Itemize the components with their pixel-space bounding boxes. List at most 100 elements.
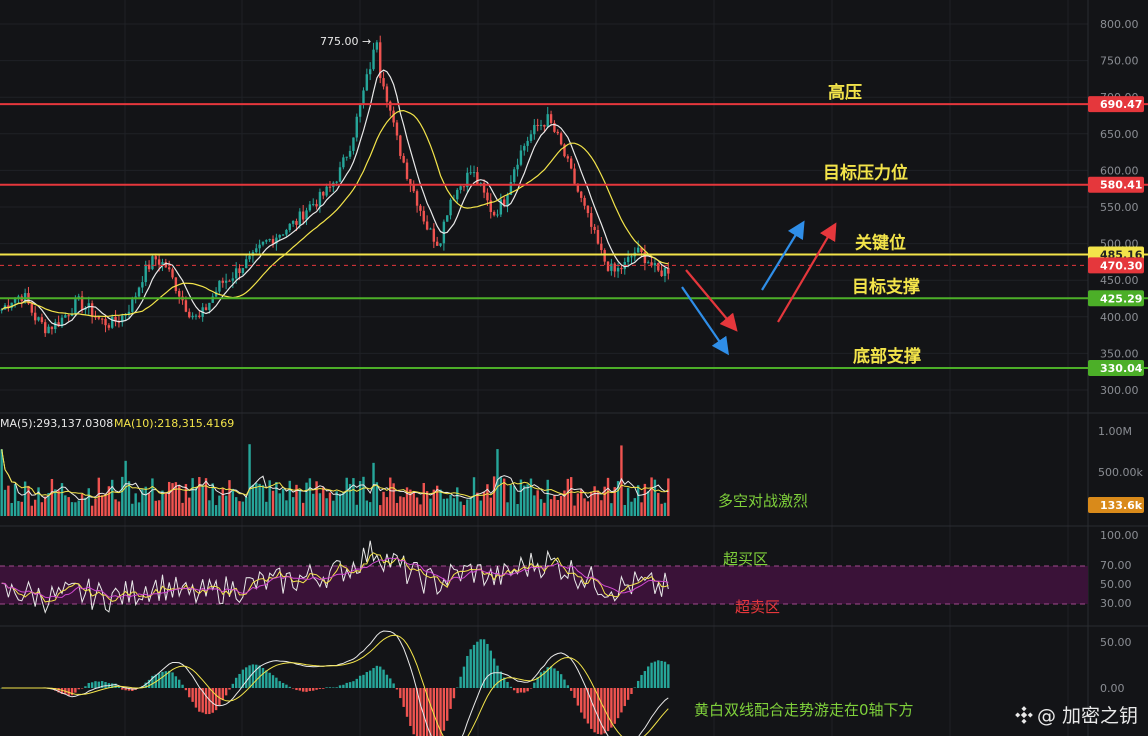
volume-bar <box>630 501 633 516</box>
candle-body <box>355 116 358 138</box>
candle-body <box>667 268 670 274</box>
macd-histogram-bar <box>630 688 633 695</box>
candle-body <box>255 248 258 253</box>
candle-body <box>626 257 630 263</box>
macd-tick-label: 50.00 <box>1100 636 1132 649</box>
macd-histogram-bar <box>653 661 657 688</box>
macd-histogram-bar <box>580 688 583 713</box>
candle-body <box>365 74 369 91</box>
candle-body <box>245 259 248 269</box>
macd-histogram-bar <box>412 688 415 735</box>
candle-body <box>392 110 395 123</box>
candle-body <box>620 267 623 270</box>
volume-bar <box>462 505 466 516</box>
macd-histogram-bar <box>90 682 94 688</box>
level-label: 底部支撑 <box>853 346 921 367</box>
volume-bars <box>0 444 670 516</box>
watermark-text: @ 加密之钥 <box>1036 705 1138 727</box>
macd-histogram-bar <box>288 686 291 688</box>
candle-body <box>141 282 144 288</box>
candle-body <box>462 186 466 188</box>
macd-histogram-bar <box>332 687 335 688</box>
volume-bar <box>633 498 637 516</box>
macd-histogram-bar <box>462 666 466 688</box>
macd-histogram-bar <box>335 687 338 688</box>
volume-bar <box>395 502 399 516</box>
volume-bar <box>335 491 338 516</box>
macd-histogram-bar <box>573 688 576 698</box>
diamond-logo-icon <box>1015 705 1033 724</box>
volume-current-tag: 133.6k <box>1088 497 1144 513</box>
candle-body <box>221 280 224 283</box>
level-label: 目标压力位 <box>823 163 908 184</box>
price-tick-label: 450.00 <box>1100 274 1139 287</box>
candle-body <box>301 211 305 220</box>
macd-histogram-bar <box>325 687 328 688</box>
candle-body <box>358 103 362 117</box>
candle-body <box>523 145 526 151</box>
volume-bar <box>626 487 630 516</box>
volume-bar <box>208 500 211 516</box>
volume-bar <box>194 486 198 516</box>
candle-body <box>312 204 315 206</box>
volume-bar <box>245 496 248 516</box>
price-tick-label: 750.00 <box>1100 55 1139 68</box>
volume-bar <box>466 499 469 516</box>
candle-body <box>653 263 657 266</box>
volume-bar <box>258 483 261 516</box>
candle-body <box>399 135 402 156</box>
macd-histogram-bar <box>338 685 342 688</box>
volume-bar <box>84 497 87 516</box>
volume-bar <box>131 503 134 516</box>
candle-body <box>64 315 67 318</box>
macd-histogram-bar <box>663 661 667 688</box>
macd-histogram-bar <box>231 683 235 688</box>
macd-histogram-bar <box>442 688 446 731</box>
volume-bar <box>593 486 596 516</box>
macd-histogram-bar <box>519 688 523 693</box>
candle-body <box>402 155 405 163</box>
volume-bar <box>479 500 482 516</box>
volume-bar <box>549 499 553 516</box>
macd-histogram-bar <box>328 687 332 688</box>
macd-histogram-bar <box>382 669 385 688</box>
candle-body <box>529 134 533 141</box>
candle-body <box>513 169 516 183</box>
macd-histogram-bar <box>526 688 529 692</box>
candle-body <box>44 322 47 334</box>
candle-body <box>238 268 241 274</box>
candle-body <box>335 181 338 183</box>
macd-histogram-bar <box>301 688 305 692</box>
volume-bar <box>13 483 17 516</box>
candle-body <box>151 256 154 270</box>
volume-bar <box>271 490 275 516</box>
volume-bar <box>312 493 315 516</box>
macd-histogram-bar <box>94 681 97 688</box>
macd-histogram-bar <box>529 688 533 689</box>
candle-body <box>318 191 322 207</box>
candle-body <box>97 316 101 319</box>
macd-histogram-bar <box>278 681 281 688</box>
macd-histogram-bar <box>660 660 663 688</box>
candle-body <box>198 315 201 317</box>
volume-bar <box>583 498 586 516</box>
candle-body <box>405 162 409 179</box>
macd-histogram-bar <box>74 688 77 693</box>
macd-histogram-bar <box>188 688 191 698</box>
rsi-panel: 超买区 超卖区 100.00 70.00 50.00 30.00 <box>0 529 1139 616</box>
candle-body <box>613 263 616 272</box>
candle-body <box>37 317 40 321</box>
volume-bar <box>144 486 147 516</box>
macd-histogram-bar <box>77 688 80 690</box>
candle-body <box>519 150 523 165</box>
price-chart: 高压目标压力位关键位目标支撑底部支撑 775.00 → 800.00 750.00… <box>0 0 1148 736</box>
macd-histogram-bar <box>590 688 593 729</box>
volume-bar <box>332 500 335 516</box>
candle-body <box>375 42 379 50</box>
volume-bar <box>121 476 124 516</box>
rsi-tick-label: 70.00 <box>1100 559 1132 572</box>
candle-body <box>593 226 596 231</box>
volume-bar <box>33 499 37 516</box>
volume-bar <box>17 501 20 516</box>
macd-histogram-bar <box>456 687 459 688</box>
